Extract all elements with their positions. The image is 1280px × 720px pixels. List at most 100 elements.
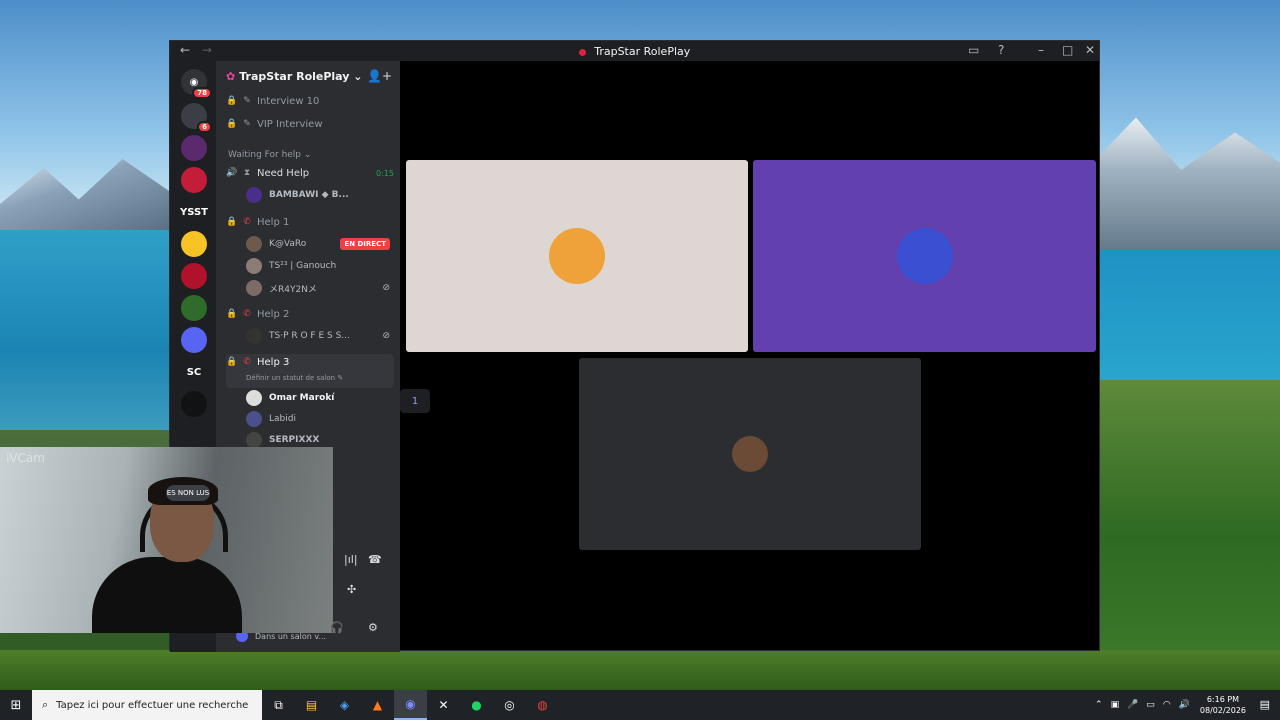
avatar <box>896 228 953 284</box>
muted-icon: ⊘ <box>382 283 390 293</box>
server-icon[interactable]: YSST <box>179 199 209 225</box>
avatar <box>246 411 262 427</box>
discord-home-icon[interactable]: ◉ 78 <box>181 69 212 99</box>
avatar <box>246 390 262 406</box>
video-tile[interactable] <box>579 358 921 550</box>
voice-timer: 0:15 <box>376 168 394 178</box>
lock-icon: 🔒 <box>226 96 238 106</box>
lock-icon: 🔒 <box>226 217 238 227</box>
speaker-icon: 🔊 <box>226 168 238 178</box>
voice-user[interactable]: K@VaRo EN DIRECT <box>246 234 394 254</box>
network-icon[interactable]: ▣ <box>1111 700 1120 710</box>
server-icon[interactable]: 6 <box>181 103 212 133</box>
unread-messages-pill[interactable]: ES NON LUS <box>166 485 210 501</box>
lock-icon: 🔒 <box>226 309 238 319</box>
server-icon[interactable] <box>181 295 207 321</box>
channel-interview-10[interactable]: 🔒 ✎ Interview 10 <box>226 91 394 111</box>
soundboard-icon[interactable]: |ıl| <box>344 553 358 566</box>
server-icon[interactable] <box>181 327 207 353</box>
channel-need-help[interactable]: 🔊 ⧗ Need Help 0:15 <box>226 163 394 183</box>
channel-status[interactable]: Définir un statut de salon ✎ <box>246 374 343 382</box>
search-icon: ⌕ <box>42 698 49 711</box>
settings-gear-icon[interactable]: ⚙ <box>368 621 378 634</box>
mic-icon: ✎ <box>243 96 251 106</box>
task-view-icon[interactable]: ⧉ <box>262 690 295 720</box>
server-icon[interactable] <box>181 263 207 289</box>
server-name-dropdown[interactable]: ✿ TrapStar RolePlay ⌄ <box>226 70 363 83</box>
window-title: TrapStar RolePlay <box>170 45 1099 58</box>
channel-help-1[interactable]: 🔒 ✆ Help 1 <box>226 212 394 232</box>
windows-start-icon[interactable]: ⊞ <box>0 690 32 720</box>
taskbar-search[interactable]: ⌕ Tapez ici pour effectuer une recherche <box>32 690 262 720</box>
server-icon[interactable]: SC <box>181 359 207 385</box>
voice-user[interactable]: TS²³ | Ganouch <box>246 256 394 276</box>
wallpaper-mountains-right <box>1100 117 1280 260</box>
volume-icon[interactable]: 🔊 <box>1179 700 1190 710</box>
webcam-label: iVCam <box>6 451 45 465</box>
server-dot-icon <box>578 48 586 56</box>
voice-user[interactable]: Labidi <box>246 409 394 429</box>
wallpaper-grass <box>0 650 1280 690</box>
voice-user[interactable]: TS·P R O F E S S... ⊘ <box>246 326 394 346</box>
avatar <box>246 236 262 252</box>
vpn-app-icon[interactable]: ◈ <box>328 690 361 720</box>
hourglass-icon: ⧗ <box>243 168 251 178</box>
video-tile[interactable] <box>406 160 748 352</box>
wallpaper-mountains-left <box>0 159 175 240</box>
avatar <box>246 328 262 344</box>
headphones-icon[interactable]: 🎧 <box>330 621 344 634</box>
server-icon[interactable] <box>181 391 207 417</box>
windows-taskbar: ⊞ ⌕ Tapez ici pour effectuer une recherc… <box>0 690 1280 720</box>
server-icon[interactable] <box>181 135 207 161</box>
lock-icon: 🔒 <box>226 357 238 367</box>
wallpaper-forest-right <box>1100 380 1280 690</box>
system-tray: ⌃ ▣ 🎤 ▭ ◠ 🔊 6:16 PM 08/02/2026 <box>1087 690 1246 720</box>
file-explorer-icon[interactable]: ▤ <box>295 690 328 720</box>
close-icon[interactable]: ✕ <box>1085 43 1095 57</box>
voice-user[interactable]: BAMBAWI ◆ B... <box>246 185 394 205</box>
channel-help-3[interactable]: 🔒 ✆ Help 3 <box>226 354 394 388</box>
minimize-icon[interactable]: – <box>1038 43 1044 57</box>
unread-indicator[interactable]: 1 <box>400 389 430 413</box>
server-badge: 6 <box>197 121 212 133</box>
server-badge-icon: ✿ <box>226 70 236 83</box>
server-label: SC <box>186 366 202 378</box>
wifi-icon[interactable]: ◠ <box>1163 700 1171 710</box>
category-waiting-for-help[interactable]: Waiting For help ⌄ <box>228 150 311 160</box>
tray-chevron-icon[interactable]: ⌃ <box>1095 700 1103 710</box>
disconnect-icon[interactable]: ☎ <box>368 553 382 566</box>
voice-user[interactable]: Omar Marokí <box>246 388 394 408</box>
channel-vip-interview[interactable]: 🔒 ✎ VIP Interview <box>226 114 394 134</box>
maximize-icon[interactable]: □ <box>1062 43 1073 57</box>
server-label: YSST <box>179 206 209 218</box>
mic-icon: ✎ <box>243 119 251 129</box>
avatar <box>732 436 768 472</box>
server-icon[interactable] <box>181 167 207 193</box>
help-icon[interactable]: ? <box>998 43 1004 57</box>
phone-icon: ✆ <box>243 309 251 319</box>
obs-icon[interactable]: ◎ <box>493 690 526 720</box>
channel-help-2[interactable]: 🔒 ✆ Help 2 <box>226 304 394 324</box>
phone-icon: ✆ <box>243 357 251 367</box>
mic-tray-icon[interactable]: 🎤 <box>1127 700 1138 710</box>
muted-icon: ⊘ <box>382 331 390 341</box>
video-tile[interactable] <box>753 160 1096 352</box>
clock[interactable]: 6:16 PM 08/02/2026 <box>1200 694 1246 716</box>
activities-icon[interactable]: ✣ <box>347 583 356 596</box>
avast-icon[interactable]: ▲ <box>361 690 394 720</box>
home-badge: 78 <box>192 87 212 99</box>
server-icon[interactable] <box>181 231 207 257</box>
voice-user[interactable]: メR4Y2Nメ ⊘ <box>246 278 394 298</box>
battery-icon[interactable]: ▭ <box>1146 700 1155 710</box>
fivem-icon[interactable]: ✕ <box>427 690 460 720</box>
person-body <box>92 557 242 633</box>
inbox-icon[interactable]: ▭ <box>968 43 979 57</box>
add-member-icon[interactable]: 👤+ <box>367 69 392 83</box>
avatar <box>246 280 262 296</box>
notifications-icon[interactable]: ▤ <box>1260 698 1270 711</box>
phone-icon: ✆ <box>243 217 251 227</box>
spotify-icon[interactable]: ● <box>460 690 493 720</box>
avatar <box>246 432 262 448</box>
chrome-icon[interactable]: ◍ <box>526 690 559 720</box>
discord-taskbar-icon[interactable]: ◉ <box>394 690 427 720</box>
